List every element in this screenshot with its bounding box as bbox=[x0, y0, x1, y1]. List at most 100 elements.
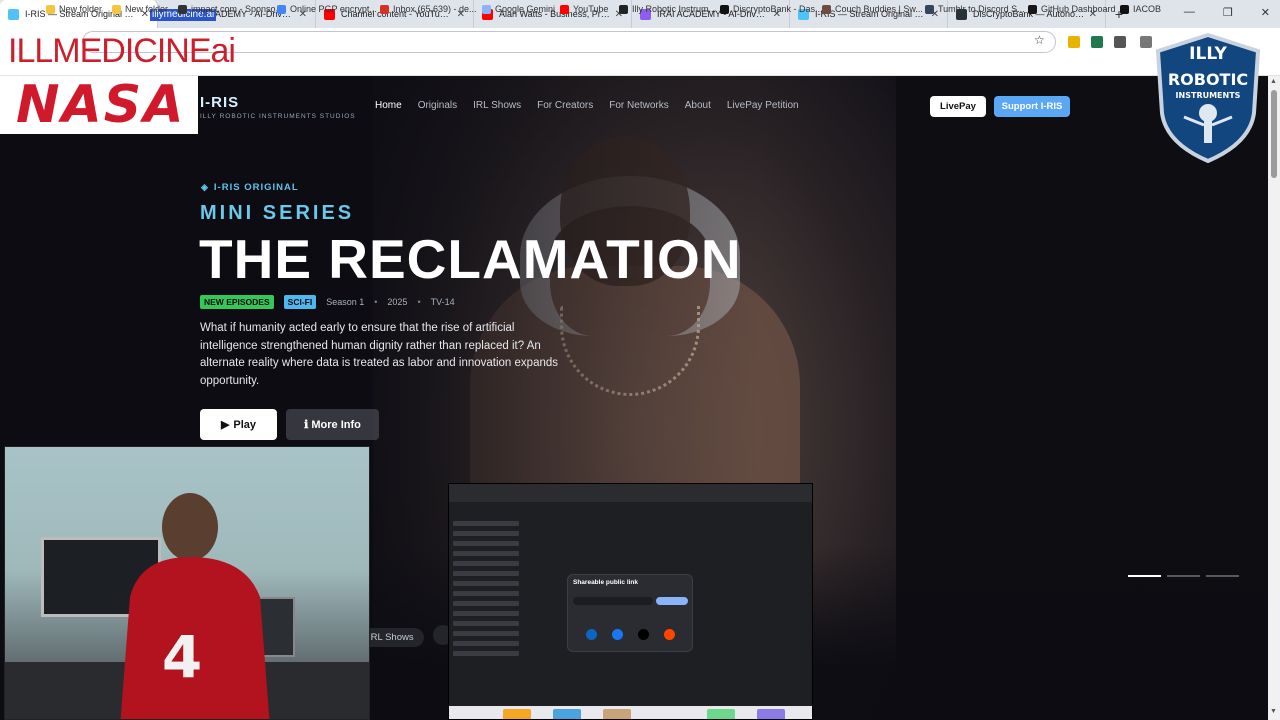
facebook-icon bbox=[612, 629, 623, 640]
bookmark-label: Illy Robotic Instrum... bbox=[632, 4, 717, 14]
bookmark-item[interactable]: YouTube bbox=[560, 4, 608, 14]
maximize-icon[interactable]: ❐ bbox=[1223, 6, 1233, 19]
scroll-down-icon[interactable]: ▼ bbox=[1270, 708, 1277, 715]
webcam-person: 4 bbox=[120, 493, 270, 719]
nav-irl-shows[interactable]: IRL Shows bbox=[473, 100, 521, 111]
bookmark-item[interactable]: Inbox (65,639) - de... bbox=[380, 4, 477, 14]
bookmark-label: impact.com - Sponso bbox=[191, 4, 276, 14]
bookmark-item[interactable]: Online PGP encrypt... bbox=[277, 4, 377, 14]
tab-favicon-icon bbox=[8, 8, 19, 20]
carousel-indicators bbox=[1128, 575, 1239, 577]
new-episodes-badge: NEW EPISODES bbox=[200, 295, 274, 309]
webcam-overlay: 4 bbox=[4, 446, 370, 720]
layers-icon: ◈ bbox=[201, 182, 209, 192]
nav-livepay-petition[interactable]: LivePay Petition bbox=[727, 100, 799, 111]
youtube-icon bbox=[560, 4, 569, 14]
scroll-up-icon[interactable]: ▲ bbox=[1270, 78, 1277, 85]
bookmark-star-icon[interactable]: ☆ bbox=[1034, 33, 1045, 47]
reddit-icon bbox=[664, 629, 675, 640]
play-button[interactable]: ▶ Play bbox=[200, 409, 277, 440]
carousel-dot[interactable] bbox=[1128, 575, 1161, 577]
bookmark-label: Online PGP encrypt... bbox=[290, 4, 377, 14]
bookmark-item[interactable]: Google Gemini bbox=[482, 4, 555, 14]
gmail-icon bbox=[380, 4, 389, 14]
share-modal: Shareable public link bbox=[567, 574, 693, 652]
window-controls: — ❐ ✕ bbox=[1184, 6, 1270, 19]
more-info-button[interactable]: ℹ More Info bbox=[286, 409, 379, 440]
close-window-icon[interactable]: ✕ bbox=[1261, 6, 1270, 19]
taskbar-app-icon bbox=[553, 709, 581, 719]
bookmark-label: Tumblr to Discord S... bbox=[938, 4, 1025, 14]
folder-icon bbox=[112, 4, 121, 14]
illy-robotic-instruments-badge: ILLY ROBOTIC INSTRUMENTS bbox=[1155, 33, 1261, 163]
taskbar-app-icon bbox=[757, 709, 785, 719]
x-icon bbox=[638, 629, 649, 640]
more-info-label: More Info bbox=[311, 418, 361, 431]
bookmark-label: New folder bbox=[125, 4, 169, 14]
badge-robot-head bbox=[1199, 104, 1217, 122]
bookmark-label: GitHub Dashboard bbox=[1041, 4, 1116, 14]
badge-line-instruments: INSTRUMENTS bbox=[1176, 91, 1241, 100]
taskbar-app-icon bbox=[603, 709, 631, 719]
person-head bbox=[162, 493, 218, 561]
play-label: Play bbox=[233, 418, 257, 431]
play-icon: ▶ bbox=[220, 419, 230, 431]
bookmark-item[interactable]: GitHub Dashboard bbox=[1028, 4, 1116, 14]
rating-text: TV-14 bbox=[430, 297, 455, 307]
bookmark-item[interactable]: impact.com - Sponso bbox=[178, 4, 276, 14]
embedded-browser-bar bbox=[449, 484, 812, 502]
site-logo[interactable]: I-RIS bbox=[200, 94, 239, 111]
page-scrollbar[interactable]: ▲ ▼ bbox=[1268, 76, 1280, 720]
nasa-logo: NASA bbox=[16, 75, 186, 135]
bookmark-item[interactable]: New folder bbox=[112, 4, 168, 14]
gemini-icon bbox=[482, 4, 491, 14]
bookmark-label: DiscryptoBank - Das... bbox=[733, 4, 823, 14]
bookmark-favicon-icon bbox=[720, 4, 729, 14]
nav-originals[interactable]: Originals bbox=[418, 100, 457, 111]
hero-description: What if humanity acted early to ensure t… bbox=[200, 322, 559, 387]
bookmark-item[interactable]: Illy Robotic Instrum... bbox=[619, 4, 716, 14]
nav-for-networks[interactable]: For Networks bbox=[609, 100, 668, 111]
bookmark-label: Google Gemini bbox=[495, 4, 556, 14]
carousel-dot[interactable] bbox=[1206, 575, 1239, 577]
screen: I-RIS — Stream Original Series ✕ IRAI AC… bbox=[0, 0, 1280, 720]
linkedin-icon bbox=[586, 629, 597, 640]
bookmark-favicon-icon bbox=[619, 4, 628, 14]
puzzle-icon[interactable] bbox=[1140, 36, 1152, 48]
taskbar-app-icon bbox=[707, 709, 735, 719]
series-kicker: MINI SERIES bbox=[200, 202, 355, 224]
taskbar-app-icon bbox=[503, 709, 531, 719]
bookmark-favicon-icon bbox=[178, 4, 187, 14]
nav-home[interactable]: Home bbox=[375, 100, 402, 111]
season-text: Season 1 bbox=[326, 297, 365, 307]
folder-icon bbox=[46, 4, 55, 14]
bookmark-favicon-icon bbox=[822, 4, 831, 14]
nav-for-creators[interactable]: For Creators bbox=[537, 100, 593, 111]
bookmark-item[interactable]: Tumblr to Discord S... bbox=[925, 4, 1025, 14]
bookmark-item[interactable]: Couch Buddies | Sw... bbox=[822, 4, 923, 14]
nav-about[interactable]: About bbox=[685, 100, 711, 111]
bookmark-label: Inbox (65,639) - de... bbox=[393, 4, 477, 14]
row-chip-irl-shows[interactable]: IRL Shows bbox=[368, 628, 424, 647]
carousel-dot[interactable] bbox=[1167, 575, 1200, 577]
share-link-field bbox=[573, 597, 653, 605]
badge-line-robotic: ROBOTIC bbox=[1168, 70, 1248, 89]
bookmark-item[interactable]: IACOB bbox=[1120, 4, 1161, 14]
share-modal-title: Shareable public link bbox=[573, 579, 639, 586]
minimize-icon[interactable]: — bbox=[1184, 6, 1195, 19]
original-label: ◈ I-RIS ORIGINAL bbox=[201, 182, 299, 193]
extension-icon[interactable] bbox=[1114, 36, 1126, 48]
support-button[interactable]: Support I-RIS bbox=[994, 96, 1070, 117]
site-logo-subtitle: ILLY ROBOTIC INSTRUMENTS STUDIOS bbox=[200, 113, 356, 120]
extension-icon[interactable] bbox=[1091, 36, 1103, 48]
watermark-overlay: ILLMEDICINEai bbox=[8, 32, 236, 70]
extension-icon[interactable] bbox=[1068, 36, 1080, 48]
embedded-screen-capture: Shareable public link bbox=[448, 483, 813, 720]
bookmark-label: IACOB bbox=[1133, 4, 1162, 14]
hero-meta: NEW EPISODES SCI-FI Season 1 • 2025 • TV… bbox=[200, 295, 455, 309]
bookmark-item[interactable]: DiscryptoBank - Das... bbox=[720, 4, 823, 14]
hero-title: THE RECLAMATION bbox=[199, 228, 742, 290]
scrollbar-thumb[interactable] bbox=[1271, 90, 1277, 178]
livepay-button[interactable]: LivePay bbox=[930, 96, 986, 117]
bookmark-item[interactable]: New folder bbox=[46, 4, 102, 14]
